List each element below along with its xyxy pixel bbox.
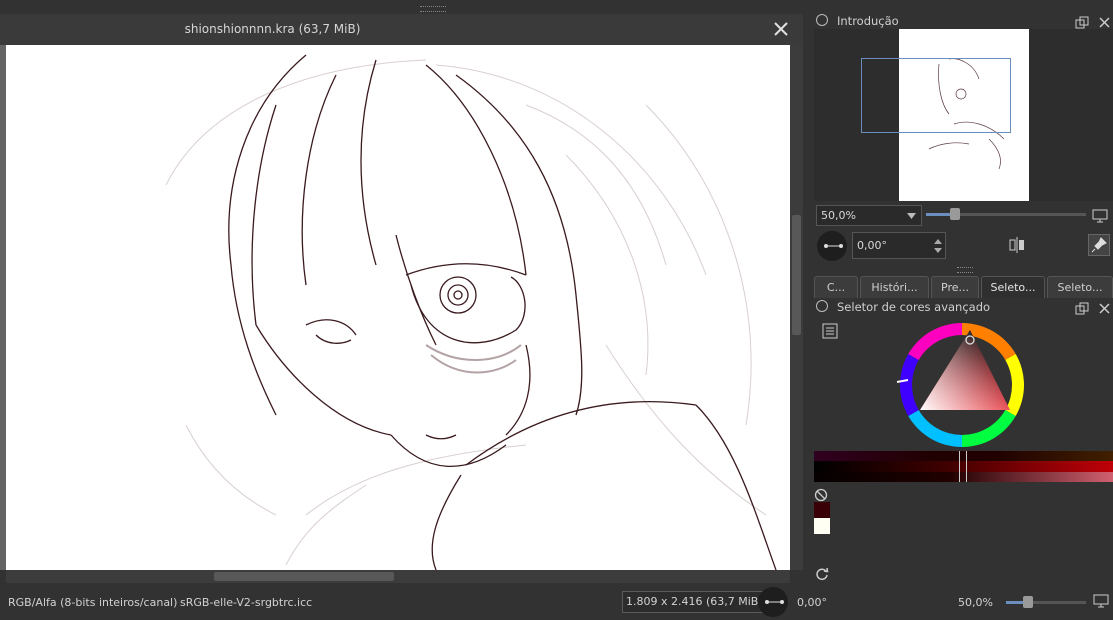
- shade-selector[interactable]: [959, 451, 967, 482]
- drawing-canvas[interactable]: [6, 45, 790, 570]
- close-icon[interactable]: [772, 20, 790, 38]
- lock-icon[interactable]: [816, 14, 828, 26]
- status-zoom-slider[interactable]: [1006, 596, 1086, 608]
- status-bar: RGB/Alfa (8-bits inteiros/canal) sRGB-el…: [0, 587, 1113, 617]
- top-dock-grip[interactable]: [420, 6, 446, 12]
- float-docker-icon[interactable]: [1075, 300, 1089, 319]
- tab-c[interactable]: C...: [814, 276, 858, 298]
- zoom-value: 50,0%: [821, 209, 856, 222]
- refresh-icon[interactable]: [815, 566, 829, 585]
- mirror-icon[interactable]: [1008, 236, 1026, 258]
- vertical-scrollbar[interactable]: [790, 45, 803, 570]
- color-space-label: RGB/Alfa (8-bits inteiros/canal): [8, 596, 178, 609]
- horizontal-scrollbar[interactable]: [6, 570, 790, 583]
- tab-selector-active[interactable]: Seleto...: [981, 276, 1045, 298]
- tab-selector[interactable]: Seleto...: [1047, 276, 1113, 298]
- status-zoom-value[interactable]: 50,0%: [958, 596, 993, 609]
- lock-icon[interactable]: [816, 300, 828, 312]
- zoom-slider[interactable]: [926, 208, 1086, 220]
- color-shade-bars[interactable]: [814, 451, 1113, 482]
- fit-screen-icon[interactable]: [1092, 208, 1108, 227]
- document-titlebar: shionshionnnn.kra (63,7 MiB): [0, 14, 803, 45]
- zoom-combobox[interactable]: 50,0%: [816, 205, 922, 226]
- docker-grip[interactable]: [957, 267, 973, 273]
- vertical-scroll-thumb[interactable]: [792, 215, 801, 335]
- zoom-slider-handle[interactable]: [950, 208, 960, 220]
- document-title: shionshionnnn.kra (63,7 MiB): [184, 22, 361, 36]
- rotation-dial[interactable]: [817, 231, 847, 261]
- spin-arrows-icon[interactable]: [934, 237, 942, 255]
- tab-presets[interactable]: Pre...: [931, 276, 979, 298]
- pin-icon[interactable]: [1088, 234, 1110, 256]
- image-dimensions[interactable]: 1.809 x 2.416 (63,7 MiB): [622, 591, 767, 613]
- viewport-rectangle[interactable]: [861, 58, 1011, 133]
- rotation-spinbox[interactable]: 0,00°: [852, 232, 946, 259]
- color-profile-label: sRGB-elle-V2-srgbtrc.icc: [180, 596, 313, 609]
- background-color-swatch[interactable]: [814, 518, 830, 534]
- status-zoom-slider-handle[interactable]: [1023, 596, 1033, 608]
- close-docker-icon[interactable]: [1098, 300, 1111, 319]
- canvas-rotation-value: 0,00°: [797, 596, 827, 609]
- color-wheel[interactable]: [892, 315, 1032, 455]
- settings-list-icon[interactable]: [822, 323, 838, 343]
- sketch-artwork: [165, 54, 777, 570]
- rotation-value: 0,00°: [857, 239, 887, 252]
- canvas-rotation-dial[interactable]: [758, 587, 788, 617]
- horizontal-scroll-thumb[interactable]: [214, 572, 394, 581]
- foreground-color-swatch[interactable]: [814, 502, 830, 518]
- fit-screen-icon[interactable]: [1093, 594, 1109, 611]
- chevron-down-icon: [907, 213, 916, 219]
- overview-docker-title: Introdução: [837, 14, 899, 28]
- color-docker-title: Seletor de cores avançado: [837, 300, 991, 314]
- tab-history[interactable]: Históri...: [860, 276, 929, 298]
